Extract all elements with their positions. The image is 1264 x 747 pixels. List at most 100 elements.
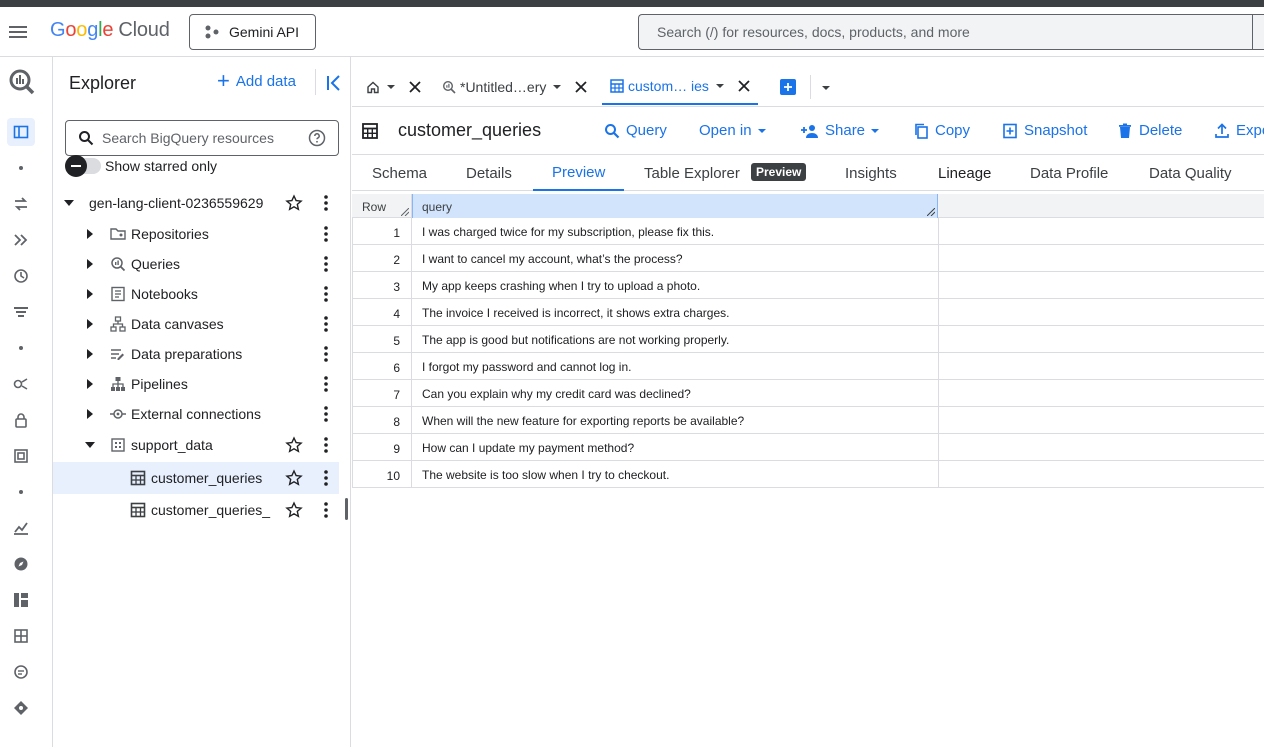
tree-item-data-preparations[interactable]: Data preparations <box>53 339 351 369</box>
add-data-button[interactable]: + Add data <box>217 70 296 92</box>
caret-right-icon[interactable] <box>84 288 96 300</box>
table-row[interactable]: 8 When will the new feature for exporting… <box>352 407 1264 434</box>
more-vert-icon[interactable] <box>319 255 333 273</box>
query-cell[interactable]: How can I update my payment method? <box>412 434 939 461</box>
more-vert-icon[interactable] <box>319 436 333 454</box>
tab-menu-chevron-icon[interactable] <box>821 83 831 93</box>
pipelines-nav-icon[interactable] <box>10 229 32 251</box>
job-history-icon[interactable] <box>10 301 32 323</box>
tree-item-queries[interactable]: Queries <box>53 249 351 279</box>
project-selector-button[interactable]: Gemini API <box>189 14 316 50</box>
caret-right-icon[interactable] <box>84 228 96 240</box>
analytics-hub-icon[interactable] <box>10 373 32 395</box>
query-cell[interactable]: The invoice I received is incorrect, it … <box>412 299 939 326</box>
tree-item-repositories[interactable]: Repositories <box>53 219 351 249</box>
query-cell[interactable]: I was charged twice for my subscription,… <box>412 218 939 245</box>
bigquery-resource-search[interactable] <box>65 120 339 156</box>
query-cell[interactable]: When will the new feature for exporting … <box>412 407 939 434</box>
chevron-down-icon[interactable] <box>715 81 725 91</box>
resize-handle-icon[interactable] <box>401 208 409 216</box>
new-tab-button[interactable] <box>780 79 796 95</box>
more-vert-icon[interactable] <box>319 469 333 487</box>
tab-insights[interactable]: Insights <box>845 155 897 191</box>
caret-right-icon[interactable] <box>84 348 96 360</box>
caret-right-icon[interactable] <box>84 378 96 390</box>
caret-down-icon[interactable] <box>63 197 75 209</box>
help-icon[interactable] <box>308 129 326 147</box>
bigquery-search-input[interactable] <box>102 130 302 146</box>
star-icon[interactable] <box>285 194 303 212</box>
table-row[interactable]: 9 How can I update my payment method? <box>352 434 1264 461</box>
query-cell[interactable]: I forgot my password and cannot log in. <box>412 353 939 380</box>
delete-button[interactable]: Delete <box>1117 122 1182 139</box>
star-icon[interactable] <box>285 501 303 519</box>
more-vert-icon[interactable] <box>319 345 333 363</box>
tree-item-data-canvases[interactable]: Data canvases <box>53 309 351 339</box>
explorer-scrollbar[interactable] <box>345 498 348 520</box>
copy-button[interactable]: Copy <box>913 122 970 139</box>
more-vert-icon[interactable] <box>319 315 333 333</box>
chevron-down-icon[interactable] <box>552 82 562 92</box>
tab-lineage[interactable]: Lineage <box>938 155 991 191</box>
tab-data-profile[interactable]: Data Profile <box>1030 155 1108 191</box>
diamond-icon[interactable] <box>10 697 32 719</box>
query-cell[interactable]: Can you explain why my credit card was d… <box>412 380 939 407</box>
caret-down-icon[interactable] <box>84 439 96 451</box>
query-cell[interactable]: My app keeps crashing when I try to uplo… <box>412 272 939 299</box>
table-row[interactable]: 3 My app keeps crashing when I try to upl… <box>352 272 1264 299</box>
share-button[interactable]: Share <box>801 122 886 139</box>
table-row[interactable]: 6I forgot my password and cannot log in. <box>352 353 1264 380</box>
star-icon[interactable] <box>285 436 303 454</box>
table-row[interactable]: 7 Can you explain why my credit card was … <box>352 380 1264 407</box>
table-row[interactable]: 5 The app is good but notifications are n… <box>352 326 1264 353</box>
bigquery-logo-icon[interactable] <box>8 68 36 96</box>
more-vert-icon[interactable] <box>319 194 333 212</box>
more-vert-icon[interactable] <box>319 375 333 393</box>
tab-schema[interactable]: Schema <box>372 155 427 191</box>
star-icon[interactable] <box>285 469 303 487</box>
export-button[interactable]: Expo <box>1214 122 1264 139</box>
query-cell[interactable]: I want to cancel my account, what’s the … <box>412 245 939 272</box>
tab-preview[interactable]: Preview <box>533 155 625 191</box>
snapshot-button[interactable]: Snapshot <box>1002 122 1087 139</box>
table-row[interactable]: 10 The website is too slow when I try to … <box>352 461 1264 488</box>
close-icon[interactable] <box>737 79 751 93</box>
resize-handle-icon[interactable] <box>927 208 935 216</box>
policy-lock-icon[interactable] <box>10 409 32 431</box>
caret-right-icon[interactable] <box>84 258 96 270</box>
close-icon[interactable] <box>574 80 588 94</box>
more-vert-icon[interactable] <box>319 285 333 303</box>
grid-settings-icon[interactable] <box>10 625 32 647</box>
monitoring-icon[interactable] <box>10 517 32 539</box>
tree-project-row[interactable]: gen-lang-client-0236559629 <box>53 188 351 218</box>
table-row[interactable]: 4 The invoice I received is incorrect, it… <box>352 299 1264 326</box>
scheduled-queries-icon[interactable] <box>10 265 32 287</box>
tab-customer-queries[interactable]: custom… ies <box>602 69 758 105</box>
explore-compass-icon[interactable] <box>10 553 32 575</box>
caret-right-icon[interactable] <box>84 318 96 330</box>
tab-data-quality[interactable]: Data Quality <box>1149 155 1232 191</box>
query-cell[interactable]: The website is too slow when I try to ch… <box>412 461 939 488</box>
google-cloud-logo[interactable]: Google Cloud <box>50 19 170 42</box>
table-row[interactable]: 1I was charged twice for my subscription… <box>352 218 1264 245</box>
close-icon[interactable] <box>408 80 422 94</box>
capacity-icon[interactable] <box>10 445 32 467</box>
table-row[interactable]: 2I want to cancel my account, what’s the… <box>352 245 1264 272</box>
chat-icon[interactable] <box>10 661 32 683</box>
column-header-query[interactable]: query <box>412 194 938 218</box>
column-header-row[interactable]: Row <box>352 194 412 218</box>
tab-table-explorer[interactable]: Table Explorer <box>644 155 740 191</box>
tree-item-notebooks[interactable]: Notebooks <box>53 279 351 309</box>
caret-right-icon[interactable] <box>84 408 96 420</box>
chevron-down-icon[interactable] <box>386 82 396 92</box>
open-in-button[interactable]: Open in <box>699 122 773 139</box>
global-search[interactable] <box>638 14 1264 50</box>
tree-table-customer-queries-2[interactable]: customer_queries_ <box>53 494 351 526</box>
main-menu-icon[interactable] <box>7 21 29 43</box>
more-vert-icon[interactable] <box>319 501 333 519</box>
more-vert-icon[interactable] <box>319 225 333 243</box>
query-cell[interactable]: The app is good but notifications are no… <box>412 326 939 353</box>
tab-details[interactable]: Details <box>466 155 512 191</box>
tree-table-customer-queries[interactable]: customer_queries <box>53 462 339 494</box>
query-button[interactable]: Query <box>604 122 667 139</box>
